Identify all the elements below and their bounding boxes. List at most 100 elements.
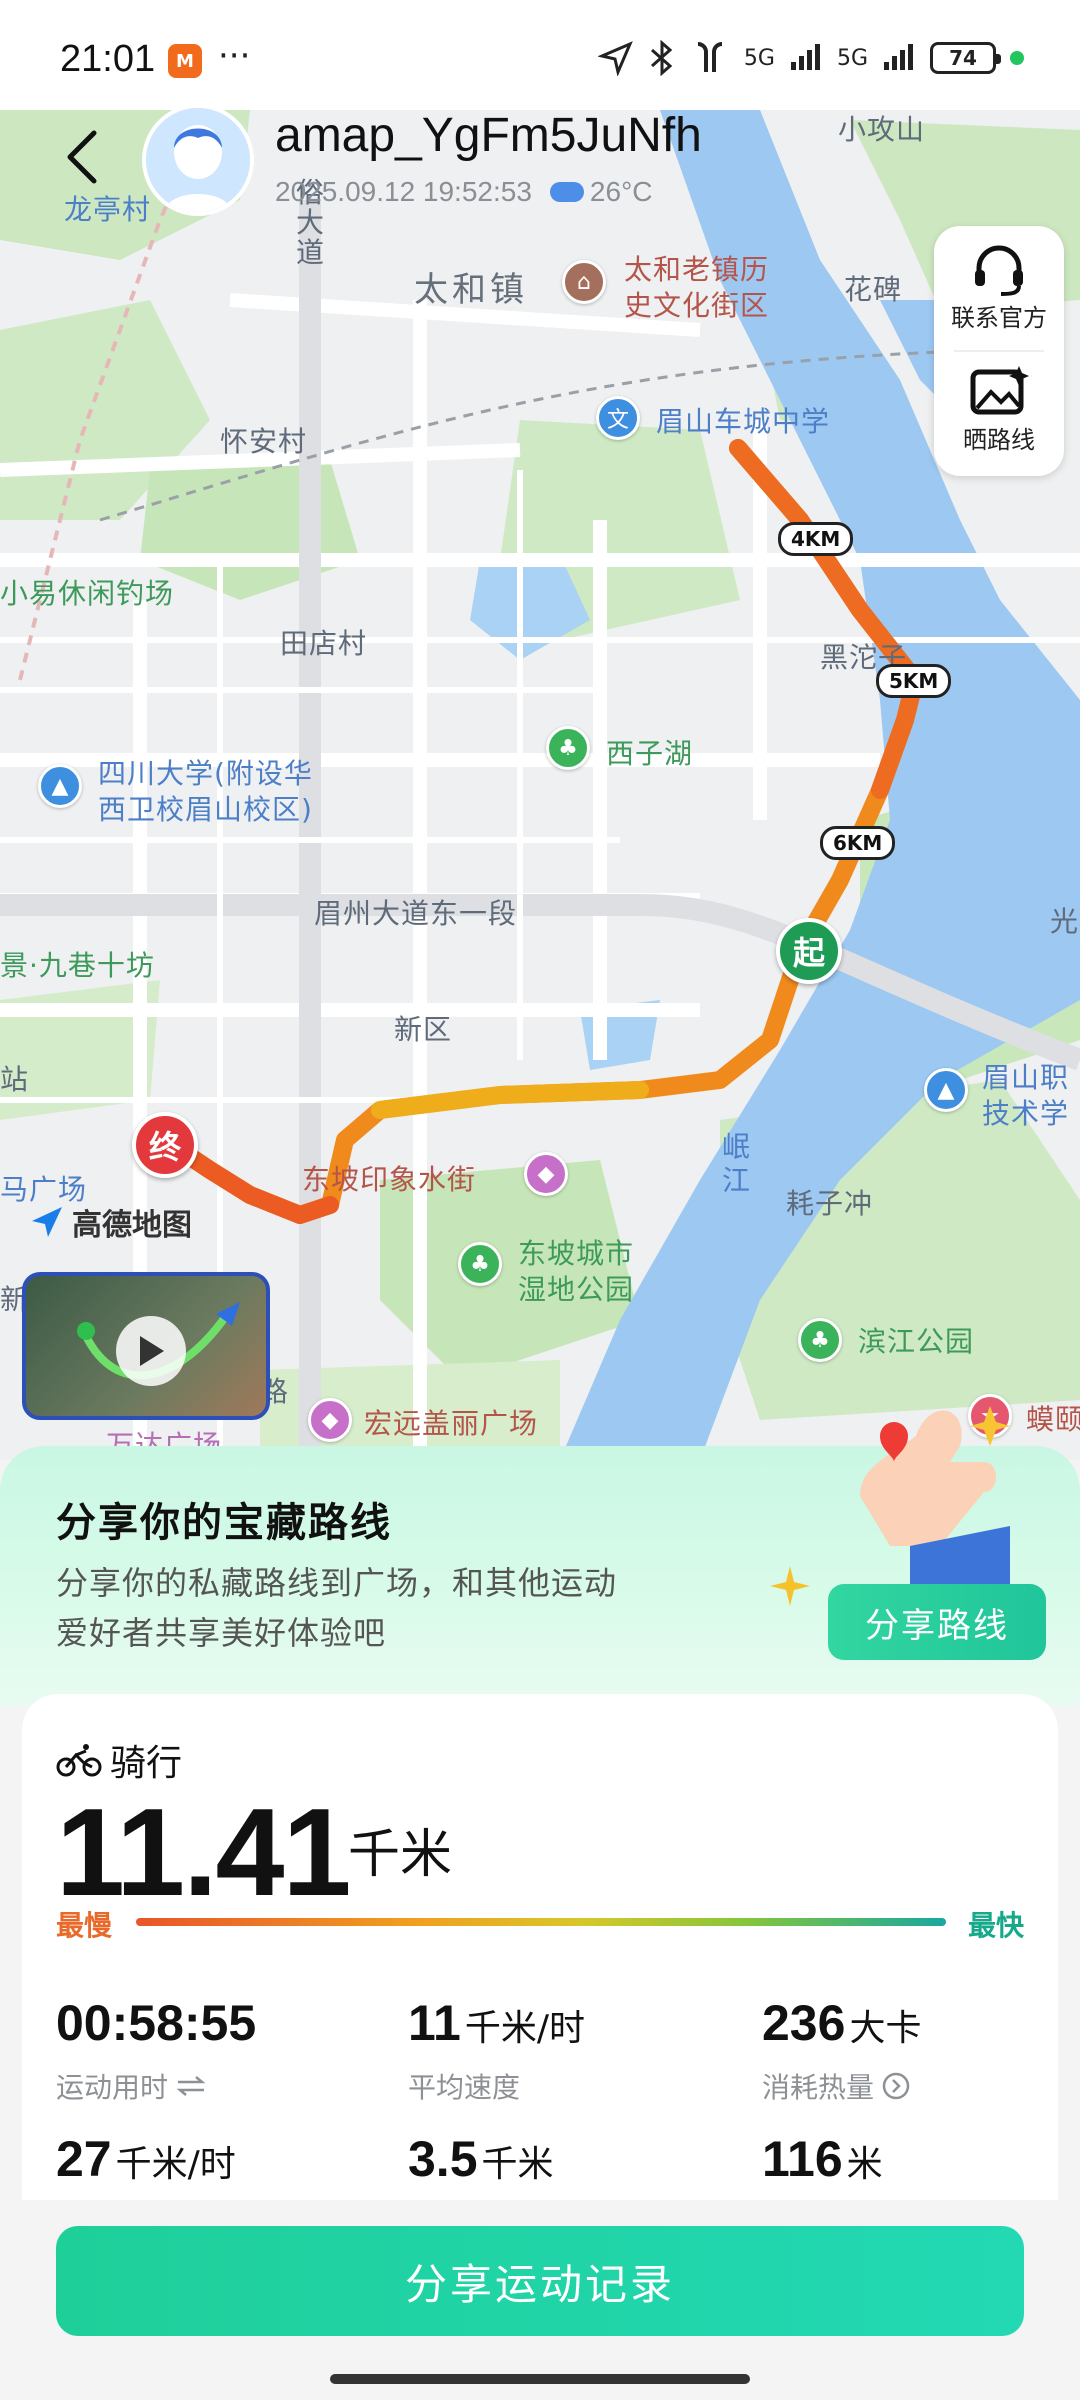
map-label: 景·九巷十坊 xyxy=(0,949,155,982)
park-icon: ♣ xyxy=(546,726,590,770)
map-label: 技术学 xyxy=(982,1097,1070,1130)
speed-gradient-bar xyxy=(136,1918,946,1926)
back-button[interactable] xyxy=(52,122,112,192)
chevron-left-icon xyxy=(67,130,97,184)
map-label: 眉州大道东一段 xyxy=(314,897,518,930)
play-icon xyxy=(140,1336,164,1366)
bicycle-icon xyxy=(56,1744,102,1777)
map-label: 新区 xyxy=(394,1013,453,1046)
map-label: 滨江公园 xyxy=(858,1325,975,1358)
share-banner-desc: 分享你的私藏路线到广场，和其他运动 爱好者共享美好体验吧 xyxy=(56,1558,696,1658)
side-action-card: 联系官方 晒路线 xyxy=(934,226,1064,476)
stat-unit: 米 xyxy=(846,2144,883,2185)
map-label: 史文化街区 xyxy=(624,289,770,322)
stat-unit: 千米/时 xyxy=(115,2144,236,2185)
km-tag: 4KM xyxy=(778,522,854,556)
km-tag: 5KM xyxy=(876,664,952,698)
share-route-banner: 分享你的宝藏路线 分享你的私藏路线到广场，和其他运动 爱好者共享美好体验吧 分享… xyxy=(0,1406,1080,1706)
image-sparkle-icon xyxy=(970,366,1029,415)
activity-type-label: 骑行 xyxy=(110,1743,183,1784)
activity-type: 骑行 xyxy=(56,1734,182,1786)
park-icon: ♣ xyxy=(798,1318,842,1362)
amap-logo: 高德地图 xyxy=(30,1200,192,1244)
stats-card: 骑行 11.41 千米 最慢 最快 00:58:55 运动用时 11 千米/时 平… xyxy=(22,1694,1058,2210)
activity-meta: 2025.09.12 19:52:53 26°C xyxy=(275,176,652,208)
earbuds-icon xyxy=(697,42,723,72)
map-label: 耗子冲 xyxy=(786,1187,874,1220)
map-label: 四川大学(附设华 xyxy=(98,757,313,790)
share-route-photo-label: 晒路线 xyxy=(963,426,1035,454)
location-icon xyxy=(597,41,633,76)
contact-official-button[interactable]: 联系官方 xyxy=(934,242,1064,333)
school-icon: 文 xyxy=(596,396,640,440)
stat-unit: 千米 xyxy=(481,2144,554,2185)
stat-label: 消耗热量 xyxy=(762,2071,875,2104)
map-label: 田店村 xyxy=(280,627,368,660)
chevron-right-circle-icon xyxy=(882,2072,910,2100)
stat-value: 27 xyxy=(56,2131,112,2187)
map-label: 湿地公园 xyxy=(518,1273,635,1306)
start-marker[interactable]: 起 xyxy=(776,918,842,984)
map-label: 小攻山 xyxy=(838,113,926,146)
activity-datetime: 2025.09.12 19:52:53 xyxy=(275,176,532,207)
map-label: 岷江 xyxy=(722,1130,752,1197)
school-icon: ▲ xyxy=(38,764,82,808)
map-label: 眉山职 xyxy=(982,1061,1070,1094)
amap-brand: 高德地图 xyxy=(72,1208,192,1243)
map-label: 东坡印象水街 xyxy=(302,1163,477,1196)
home-indicator[interactable] xyxy=(330,2374,750,2384)
duration-stat[interactable]: 00:58:55 运动用时 xyxy=(56,1994,256,2106)
privacy-indicator-icon xyxy=(1010,51,1024,65)
share-record-button[interactable]: 分享运动记录 xyxy=(56,2226,1024,2336)
battery-icon: 74 xyxy=(930,42,1001,74)
share-banner-desc-line: 爱好者共享美好体验吧 xyxy=(56,1614,387,1652)
divider xyxy=(954,350,1044,352)
end-marker[interactable]: 终 xyxy=(132,1112,198,1178)
distance-value: 11.41 xyxy=(56,1784,351,1922)
map-label: 西卫校眉山校区) xyxy=(98,793,313,826)
swap-icon xyxy=(176,2076,206,2096)
stat-value: 3.5 xyxy=(408,2131,478,2187)
map-label: 站 xyxy=(0,1063,30,1096)
bluetooth-icon xyxy=(650,40,673,76)
stat-label: 平均速度 xyxy=(408,2071,521,2104)
landmark-icon: ⌂ xyxy=(562,260,606,304)
play-button[interactable] xyxy=(116,1316,186,1386)
park-icon: ♣ xyxy=(458,1242,502,1286)
status-time: 21:01 xyxy=(60,38,156,80)
signal-bars-icon xyxy=(884,44,913,70)
route-map[interactable]: 龙亭村 小攻山 俗大道 太和镇 太和老镇历 史文化街区 花碑 怀安村 眉山车城中… xyxy=(0,0,1080,1460)
school-icon: ▲ xyxy=(924,1068,968,1112)
distance-unit: 千米 xyxy=(348,1825,453,1885)
map-label: 太和老镇历 xyxy=(624,253,770,286)
km-tag: 6KM xyxy=(820,826,896,860)
bottom-bar: 分享运动记录 xyxy=(0,2200,1080,2400)
signal-5g-2: 5G xyxy=(836,45,868,71)
stat-unit: 大卡 xyxy=(849,2008,922,2049)
avatar-icon xyxy=(146,108,250,212)
share-banner-title: 分享你的宝藏路线 xyxy=(56,1500,392,1546)
shopping-icon: ◆ xyxy=(308,1398,352,1442)
status-icons: 5G 5G 74 xyxy=(597,40,1024,76)
distance-sub-stat: 3.5 千米 xyxy=(408,2130,554,2188)
share-banner-desc-line: 分享你的私藏路线到广场，和其他运动 xyxy=(56,1564,618,1602)
map-label: 花碑 xyxy=(844,273,903,306)
speed-slow-label: 最慢 xyxy=(56,1909,113,1942)
stat-value: 11 xyxy=(408,1995,461,2051)
calories-stat[interactable]: 236 大卡 消耗热量 xyxy=(762,1994,921,2106)
share-route-photo-button[interactable]: 晒路线 xyxy=(934,364,1064,455)
route-video-thumbnail[interactable] xyxy=(22,1272,270,1420)
contact-official-label: 联系官方 xyxy=(951,304,1047,332)
avatar[interactable] xyxy=(142,104,254,216)
max-speed-stat: 27 千米/时 xyxy=(56,2130,236,2188)
temperature: 26°C xyxy=(589,176,653,207)
stat-value: 00:58:55 xyxy=(56,1995,257,2051)
speed-fast-label: 最快 xyxy=(967,1909,1024,1942)
stat-value: 116 xyxy=(762,2131,843,2187)
map-label: 宏远盖丽广场 xyxy=(364,1407,539,1440)
cloud-icon xyxy=(549,182,584,202)
share-route-button[interactable]: 分享路线 xyxy=(828,1584,1046,1660)
signal-5g-1: 5G xyxy=(743,45,775,71)
map-label: 蟆颐 xyxy=(1026,1403,1080,1436)
amap-arrow-icon xyxy=(32,1207,62,1237)
